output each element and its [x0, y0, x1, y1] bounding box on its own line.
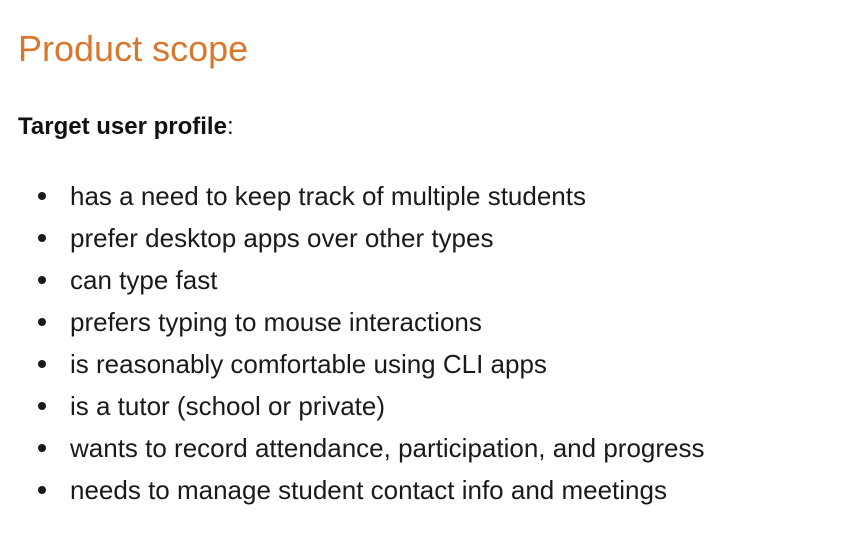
- section-heading: Product scope: [18, 28, 249, 69]
- bullet-icon: [38, 402, 46, 410]
- list-item-text: is a tutor (school or private): [70, 391, 386, 421]
- bullet-icon: [38, 318, 46, 326]
- list-item: wants to record attendance, participatio…: [0, 427, 705, 469]
- target-user-list: has a need to keep track of multiple stu…: [0, 175, 705, 511]
- bullet-icon: [38, 276, 46, 284]
- target-user-profile-colon: :: [226, 113, 234, 140]
- list-item: prefers typing to mouse interactions: [0, 301, 705, 343]
- list-item: has a need to keep track of multiple stu…: [0, 175, 705, 217]
- target-user-profile-label: Target user profile: [18, 113, 227, 140]
- list-item: is reasonably comfortable using CLI apps: [0, 343, 705, 385]
- list-item-text: has a need to keep track of multiple stu…: [70, 181, 586, 211]
- list-item: can type fast: [0, 259, 705, 301]
- list-item: needs to manage student contact info and…: [0, 469, 705, 511]
- list-item-text: can type fast: [70, 265, 218, 295]
- bullet-icon: [38, 444, 46, 452]
- list-item: is a tutor (school or private): [0, 385, 705, 427]
- list-item-text: is reasonably comfortable using CLI apps: [70, 349, 547, 379]
- bullet-icon: [38, 360, 46, 368]
- document-page: Product scope Target user profile: has a…: [0, 0, 860, 544]
- bullet-icon: [38, 234, 46, 242]
- bullet-icon: [38, 192, 46, 200]
- list-item-text: prefer desktop apps over other types: [70, 223, 494, 253]
- list-item-text: prefers typing to mouse interactions: [70, 307, 482, 337]
- bullet-icon: [38, 486, 46, 494]
- list-item: prefer desktop apps over other types: [0, 217, 705, 259]
- list-item-text: wants to record attendance, participatio…: [70, 433, 705, 463]
- list-item-text: needs to manage student contact info and…: [70, 475, 667, 505]
- target-user-profile-line: Target user profile:: [18, 111, 234, 143]
